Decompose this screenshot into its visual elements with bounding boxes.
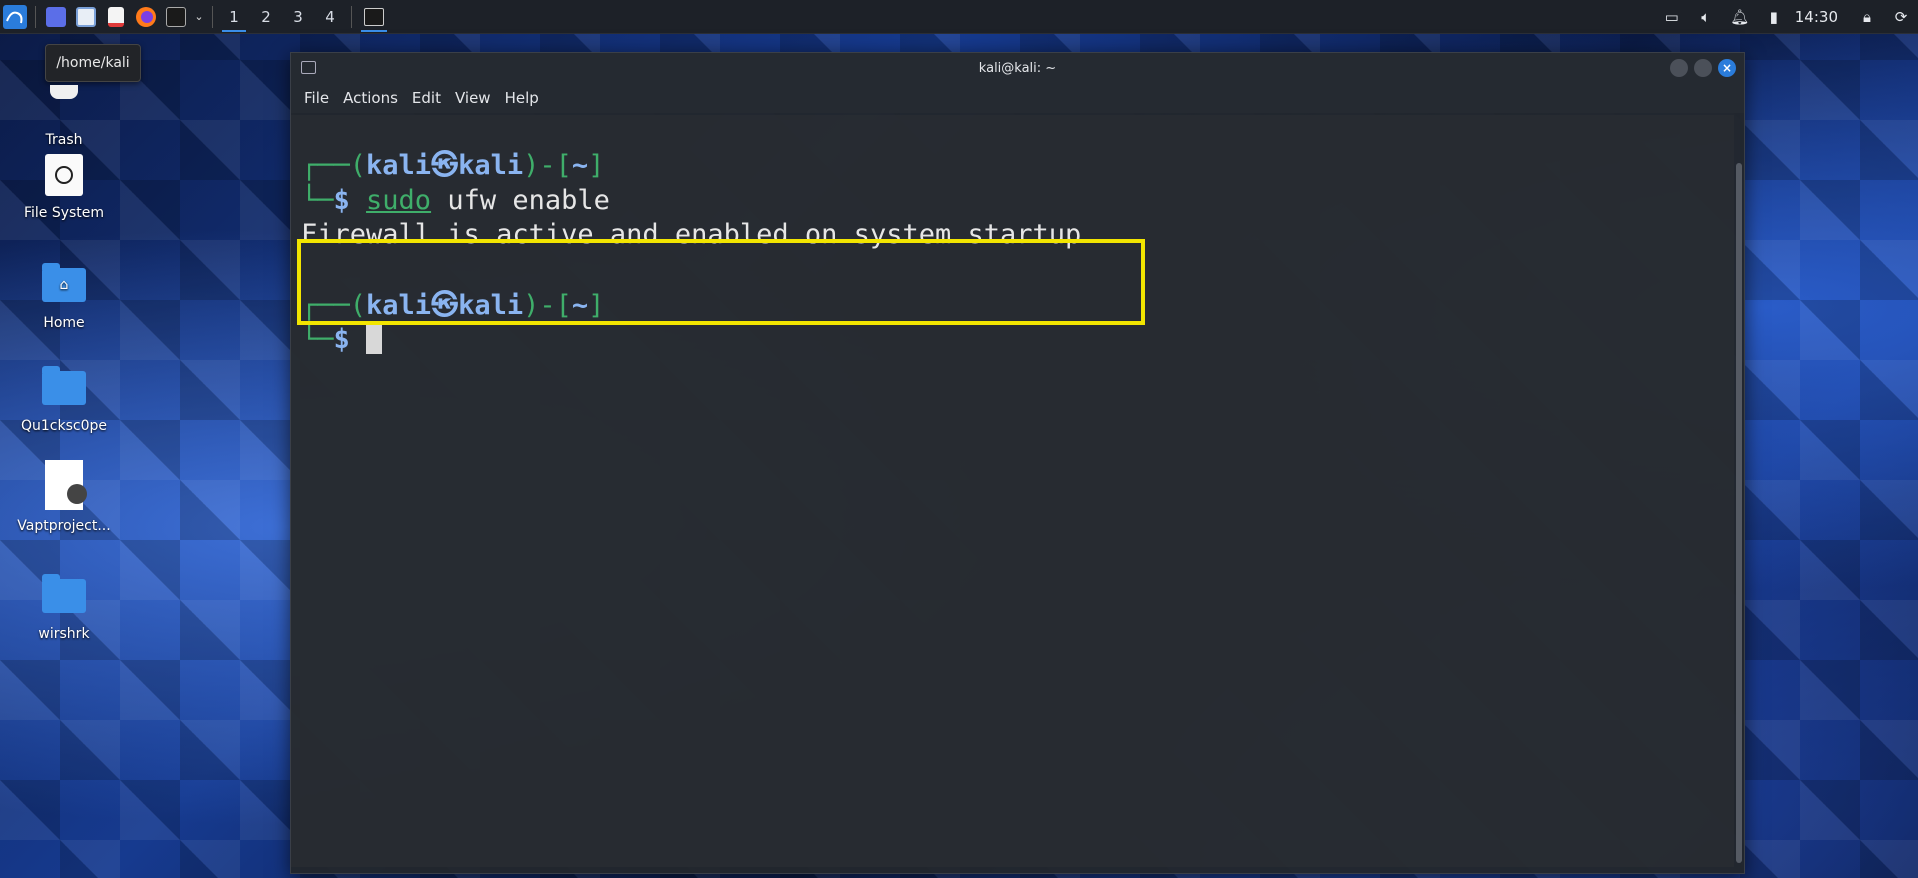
prompt-dir: ~ [571,150,589,181]
workspace-4[interactable]: 4 [314,0,346,34]
desktop-icon-home[interactable]: ⌂ Home [10,263,118,331]
notifications-icon[interactable]: 🔔︎ [1723,0,1757,34]
menu-help[interactable]: Help [498,89,546,107]
maximize-button[interactable] [1694,59,1712,77]
desktop-icon-vaptproject[interactable]: Vaptproject... [10,460,118,534]
desktop-icon-wirshrk[interactable]: wirshrk [10,574,118,642]
prompt-user: kali [366,289,432,321]
tooltip: /home/kali [45,44,141,82]
workspace-1[interactable]: 1 [218,0,250,34]
menu-actions[interactable]: Actions [336,89,405,107]
menubar: File Actions Edit View Help [291,83,1744,113]
desktop-icon-label: Qu1cksc0pe [20,418,107,434]
desktop-icon-file-system[interactable]: File System [10,153,118,221]
window-title: kali@kali: ~ [978,60,1057,76]
desktop-icon-label: Trash [45,132,83,148]
panel-separator [212,5,213,28]
desktop-icon-label: Vaptproject... [17,518,111,534]
top-panel: ⌄ 1 2 3 4 ▭ 🔈︎ 🔔︎ ▮ 14:30 🔒︎ ⟳ [0,0,1918,34]
text-cursor [366,324,383,354]
menu-edit[interactable]: Edit [405,89,448,107]
command-line: └─$ sudo ufw enable [301,184,610,216]
launcher-dropdown[interactable]: ⌄ [191,0,207,34]
desktop-icon-label: wirshrk [38,626,90,642]
folder-icon [41,574,87,618]
terminal-output[interactable]: ┌──(kali㉿kali)-[~] └─$ sudo ufw enable F… [291,115,1734,867]
desktop-icon [46,6,66,27]
home-folder-icon: ⌂ [41,263,87,307]
terminal-icon [364,7,384,26]
terminal-app-icon [301,61,316,74]
window-titlebar[interactable]: kali@kali: ~ × [291,53,1744,83]
firefox-button[interactable] [131,0,161,34]
menu-file[interactable]: File [297,89,336,107]
volume-icon[interactable]: 🔈︎ [1689,0,1723,34]
taskbar-terminal-window[interactable] [357,0,391,34]
text-editor-icon [108,6,124,27]
folder-icon [41,366,87,410]
close-icon: × [1721,61,1733,75]
terminal-window: kali@kali: ~ × File Actions Edit View He… [290,52,1745,874]
chevron-down-icon: ⌄ [194,10,204,23]
workspace-2[interactable]: 2 [250,0,282,34]
scrollbar[interactable] [1736,163,1742,863]
display-icon[interactable]: ▭ [1655,0,1689,34]
text-editor-button[interactable] [101,0,131,34]
show-desktop-button[interactable] [41,0,71,34]
desktop-icon-label: File System [23,205,105,221]
command-output: Firewall is active and enabled on system… [301,219,1082,250]
kali-dragon-icon [3,4,27,29]
prompt-dir: ~ [571,289,589,321]
logout-icon[interactable]: ⟳ [1884,0,1918,34]
input-line: └─$ [301,323,1734,358]
terminal-icon [166,6,186,27]
menu-view[interactable]: View [448,89,498,107]
command-args: ufw enable [431,184,610,216]
panel-separator [351,5,352,28]
desktop-icon-trash[interactable]: Trash [10,80,118,148]
drive-icon [41,153,87,197]
desktop-icon-qu1cksc0pe[interactable]: Qu1cksc0pe [10,366,118,434]
lock-icon[interactable]: 🔒︎ [1850,0,1884,34]
kali-menu-button[interactable] [0,0,30,34]
command-sudo: sudo [366,184,432,216]
workspace-3[interactable]: 3 [282,0,314,34]
minimize-button[interactable] [1670,59,1688,77]
prompt-line: ┌──(kali㉿kali)-[~] [301,289,605,321]
prompt-line: ┌──(kali㉿kali)-[~] [301,150,605,181]
desktop-icon-label: Home [43,315,85,331]
firefox-icon [136,6,156,27]
clock[interactable]: 14:30 [1791,8,1850,26]
prompt-host: kali [458,289,524,321]
panel-separator [35,5,36,28]
file-manager-button[interactable] [71,0,101,34]
system-tray: ▭ 🔈︎ 🔔︎ ▮ 14:30 🔒︎ ⟳ [1655,0,1918,34]
close-button[interactable]: × [1718,59,1736,77]
folder-icon [76,6,96,27]
terminal-launcher-button[interactable] [161,0,191,34]
battery-icon[interactable]: ▮ [1757,0,1791,34]
document-shortcut-icon [41,460,87,510]
prompt-user: kali [366,150,432,181]
trash-icon [41,80,87,124]
prompt-host: kali [458,150,524,181]
